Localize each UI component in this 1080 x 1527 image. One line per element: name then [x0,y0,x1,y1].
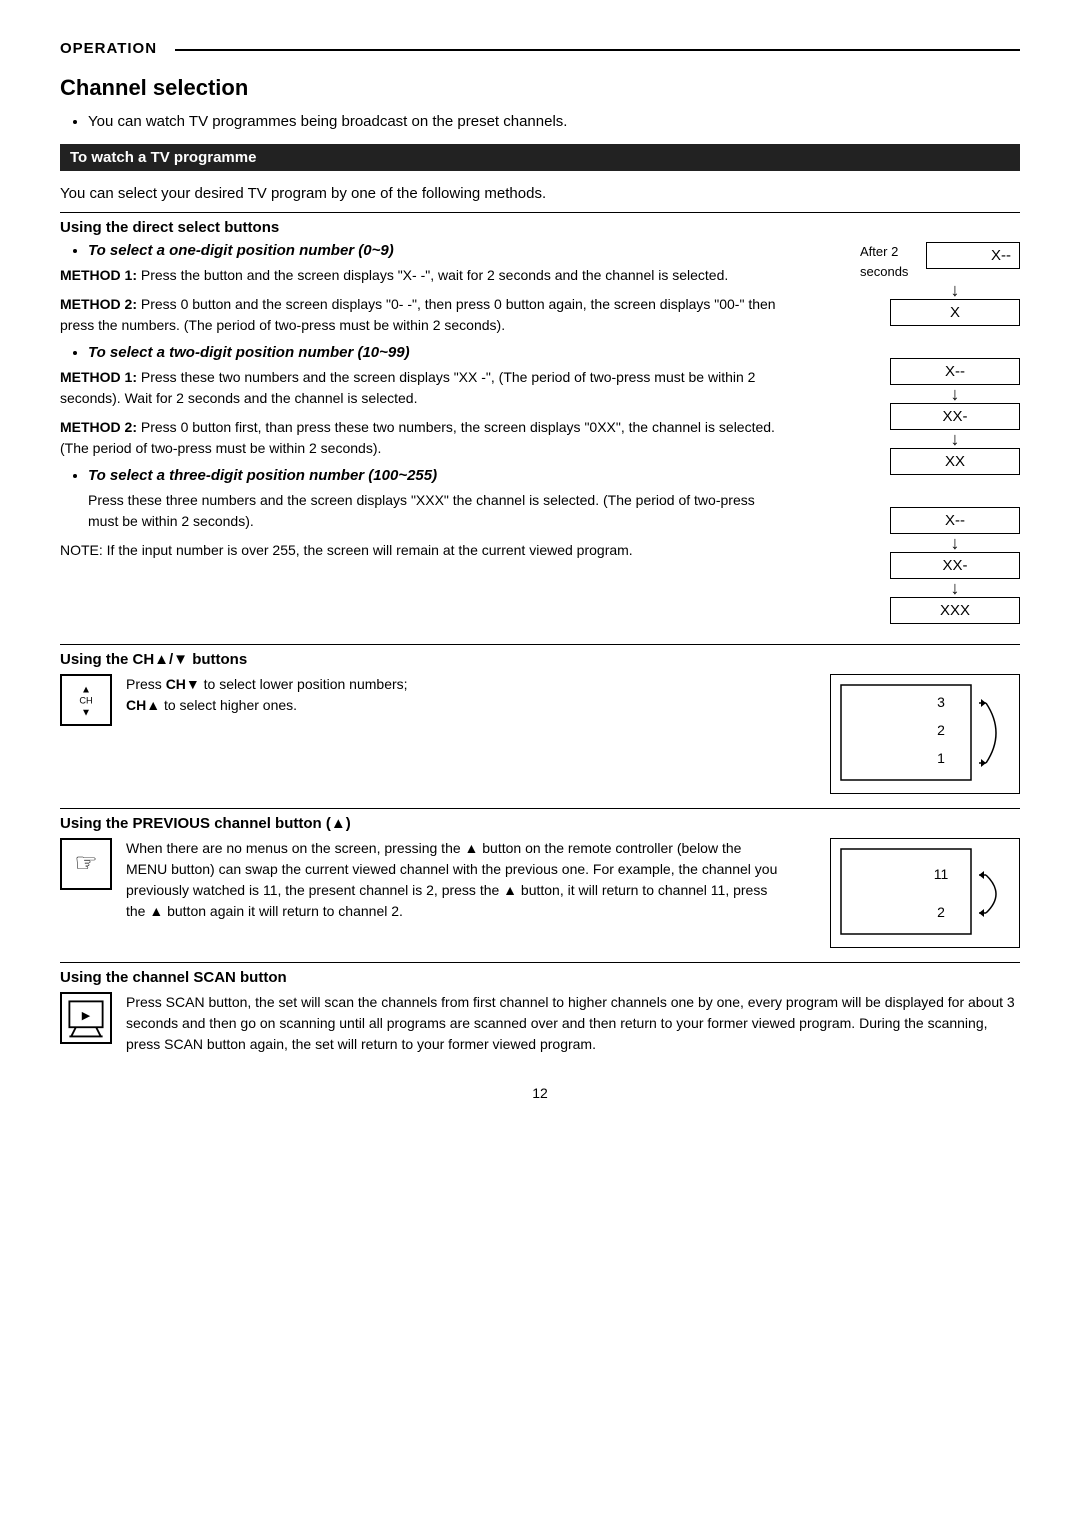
diag-xdash3-box: X-- [890,507,1020,534]
prev-diagram-svg: 11 2 [831,839,1021,949]
intro-text: You can select your desired TV program b… [60,185,1020,202]
method1-one-text: Press the button and the screen displays… [141,267,728,283]
svg-text:▼: ▼ [81,708,91,719]
ch-icon: ▲ CH ▼ [60,674,112,730]
ch-text2: CH▲ to select higher ones. [126,695,780,716]
scan-text: Press SCAN button, the set will scan the… [126,992,1020,1055]
three-digit-bullet: To select a three-digit position number … [88,467,780,484]
three-digit-text: Press these three numbers and the screen… [88,490,780,532]
ch-section-layout: ▲ CH ▼ Press CH▼ to select lower positio… [60,674,1020,794]
method2-one-digit: METHOD 2: Press 0 button and the screen … [60,294,780,336]
note-text: NOTE: If the input number is over 255, t… [60,540,780,561]
scan-section: ▶ Press SCAN button, the set will scan t… [60,992,1020,1055]
method1-two-digit: METHOD 1: Press these two numbers and th… [60,367,780,409]
subsection-direct: Using the direct select buttons [60,212,1020,236]
ch-text1: Press CH▼ to select lower position numbe… [126,674,780,695]
nav-num-1: 1 [937,750,945,766]
one-digit-diagram: After 2 seconds X-- ↓ X [860,242,1020,326]
ch-nav-svg: 3 2 1 [831,675,1021,795]
after-seconds-row: After 2 seconds X-- [860,242,1020,281]
subsection-ch: Using the CH▲/▼ buttons [60,644,1020,668]
method1-two-text: Press these two numbers and the screen d… [60,369,755,406]
diag-xxdash-box: XX- [890,403,1020,430]
method2-two-digit: METHOD 2: Press 0 button first, than pre… [60,417,780,459]
prev-left: ☞ When there are no menus on the screen,… [60,838,800,932]
one-digit-bullet-list: To select a one-digit position number (0… [88,242,780,259]
method1-one-digit: METHOD 1: Press the button and the scree… [60,265,780,286]
three-digit-bullet-list: To select a three-digit position number … [88,467,780,484]
page-title: Channel selection [60,75,1020,101]
prev-channel-diagram: 11 2 [830,838,1020,948]
diag-x-box: X [890,299,1020,326]
prev-right-diagram: 11 2 [800,838,1020,948]
method2-two-text: Press 0 button first, than press these t… [60,419,775,456]
method2-two-label: METHOD 2: [60,419,137,435]
section-bar: To watch a TV programme [60,144,1020,171]
prev-num-11: 11 [934,866,949,882]
arrow-down-5: ↓ [951,579,960,597]
method1-one-label: METHOD 1: [60,267,137,283]
diag-xxx-box: XXX [890,597,1020,624]
scan-body: Press SCAN button, the set will scan the… [126,992,1020,1055]
scan-icon: ▶ [60,992,112,1048]
diag-xxdash2-box: XX- [890,552,1020,579]
prev-section-layout: ☞ When there are no menus on the screen,… [60,838,1020,948]
svg-text:CH: CH [79,696,92,706]
intro-bullet-list: You can watch TV programmes being broadc… [88,113,1020,130]
method1-two-label: METHOD 1: [60,369,137,385]
after-seconds-label: After 2 seconds [860,242,908,281]
ch-nav-diagram: 3 2 1 [830,674,1020,794]
svg-text:▶: ▶ [82,1010,91,1022]
arrow-down-1: ↓ [890,281,1020,299]
svg-text:▲: ▲ [81,685,91,696]
two-col-layout: To select a one-digit position number (0… [60,242,1020,638]
ch-icon-row: ▲ CH ▼ Press CH▼ to select lower positio… [60,674,780,730]
method2-one-label: METHOD 2: [60,296,137,312]
prev-num-2: 2 [937,904,945,920]
left-col: To select a one-digit position number (0… [60,242,800,571]
two-digit-bullet-list: To select a two-digit position number (1… [88,344,780,361]
three-digit-diagram: X-- ↓ XX- ↓ XXX [890,507,1020,624]
diag-xdash-box: X-- [926,242,1020,269]
operation-title: OPERATION [60,40,157,57]
page-number: 12 [60,1085,1020,1101]
prev-icon-text: When there are no menus on the screen, p… [126,838,780,922]
subsection-prev: Using the PREVIOUS channel button (▲) [60,808,1020,832]
right-col-diagrams: After 2 seconds X-- ↓ X X-- ↓ XX- [800,242,1020,638]
arrow-down-4: ↓ [951,534,960,552]
prev-text: When there are no menus on the screen, p… [126,838,780,922]
two-digit-bullet: To select a two-digit position number (1… [88,344,780,361]
ch-left: ▲ CH ▼ Press CH▼ to select lower positio… [60,674,800,740]
one-digit-bullet: To select a one-digit position number (0… [88,242,780,259]
arrow-down-2: ↓ [951,385,960,403]
two-digit-diagram-m1: X-- ↓ XX- ↓ XX [890,358,1020,475]
method2-one-text: Press 0 button and the screen displays "… [60,296,776,333]
arrow-down-3: ↓ [951,430,960,448]
nav-num-2: 2 [937,722,945,738]
svg-text:☞: ☞ [74,849,97,877]
three-digit-body: Press these three numbers and the screen… [88,492,755,529]
diag-xdash2-box: X-- [890,358,1020,385]
nav-num-3: 3 [937,694,945,710]
intro-bullet-item: You can watch TV programmes being broadc… [88,113,1020,130]
diag-xx-box: XX [890,448,1020,475]
ch-right-diagram: 3 2 1 [800,674,1020,794]
prev-icon: ☞ [60,838,112,894]
prev-icon-row: ☞ When there are no menus on the screen,… [60,838,780,922]
ch-icon-text: Press CH▼ to select lower position numbe… [126,674,780,716]
operation-divider [175,49,1020,51]
subsection-scan: Using the channel SCAN button [60,962,1020,986]
operation-header: OPERATION [60,40,1020,57]
